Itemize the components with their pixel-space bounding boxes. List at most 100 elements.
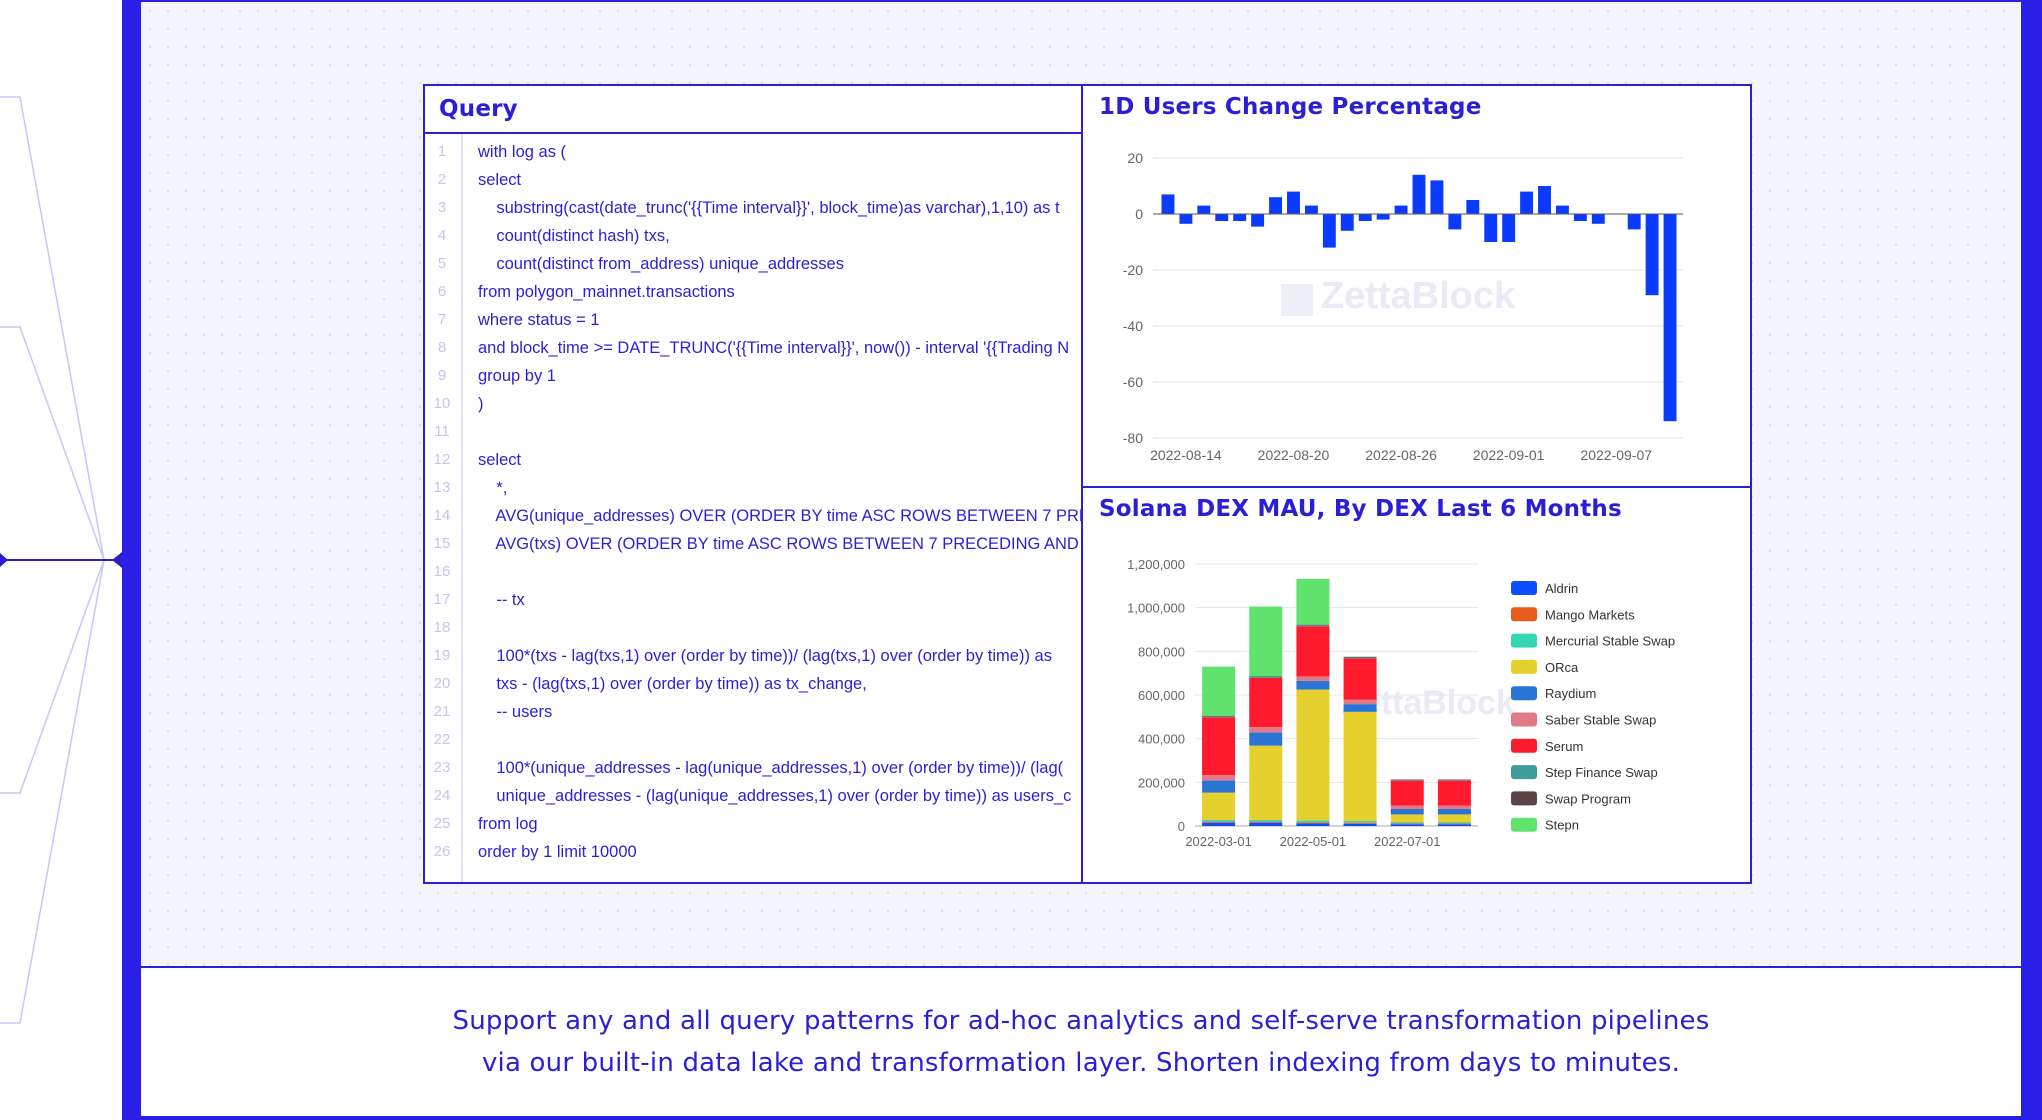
bar bbox=[1179, 214, 1193, 224]
bar bbox=[1502, 214, 1516, 242]
stacked-bar-segment bbox=[1296, 823, 1330, 826]
legend-swatch bbox=[1511, 659, 1537, 674]
stacked-bar-segment bbox=[1296, 624, 1330, 626]
stacked-bar-segment bbox=[1390, 780, 1424, 806]
legend-swatch bbox=[1511, 712, 1537, 727]
code-line: count(distinct hash) txs, bbox=[478, 227, 670, 245]
stacked-bar-segment bbox=[1202, 780, 1236, 793]
y-tick-label: 1,000,000 bbox=[1127, 601, 1185, 616]
watermark-text: ZettaBlock bbox=[1321, 275, 1516, 317]
bar bbox=[1573, 214, 1587, 221]
stacked-bar-segment bbox=[1202, 821, 1236, 823]
y-tick-label: 400,000 bbox=[1138, 732, 1185, 747]
stacked-bar-segment bbox=[1296, 625, 1330, 627]
stacked-bar-segment bbox=[1202, 666, 1236, 716]
code-line: from polygon_mainnet.transactions bbox=[478, 283, 735, 301]
legend-label: Aldrin bbox=[1545, 581, 1578, 596]
x-tick-label: 2022-05-01 bbox=[1280, 834, 1347, 849]
legend-label: Step Finance Swap bbox=[1545, 765, 1658, 780]
line-number: 2 bbox=[437, 171, 447, 188]
stacked-bar-segment bbox=[1296, 820, 1330, 823]
line-number: 20 bbox=[433, 675, 451, 692]
bar bbox=[1376, 214, 1390, 220]
x-tick-label: 2022-07-01 bbox=[1374, 834, 1441, 849]
line-number: 16 bbox=[433, 563, 451, 580]
y-tick-label: -80 bbox=[1123, 430, 1143, 446]
caption-area: Support any and all query patterns for a… bbox=[141, 968, 2021, 1116]
line-number: 21 bbox=[433, 703, 451, 720]
code-line: from log bbox=[478, 815, 538, 833]
watermark-logo-icon bbox=[1281, 284, 1313, 316]
bar bbox=[1448, 214, 1462, 230]
stacked-bar-segment bbox=[1390, 814, 1424, 823]
legend-label: Raydium bbox=[1545, 686, 1596, 701]
stacked-bar-segment bbox=[1343, 822, 1377, 824]
line-number: 18 bbox=[433, 619, 451, 636]
stacked-bar-segment bbox=[1343, 820, 1377, 823]
line-number: 23 bbox=[433, 759, 451, 776]
caption-line-2: via our built-in data lake and transform… bbox=[481, 1048, 1681, 1078]
code-line: group by 1 bbox=[478, 367, 556, 385]
legend-swatch bbox=[1511, 581, 1537, 595]
legend-label: Swap Program bbox=[1545, 791, 1631, 806]
line-number: 13 bbox=[433, 479, 451, 496]
feature-caption: Support any and all query patterns for a… bbox=[453, 1000, 1710, 1084]
bar bbox=[1627, 214, 1641, 230]
stacked-bar-segment bbox=[1437, 808, 1471, 815]
code-line: with log as ( bbox=[478, 143, 567, 161]
legend-swatch bbox=[1511, 765, 1537, 780]
stacked-bar-segment bbox=[1249, 821, 1283, 823]
connector-lines bbox=[0, 96, 122, 1024]
bar bbox=[1484, 214, 1498, 242]
stacked-bar-segment bbox=[1343, 656, 1377, 658]
x-tick-label: 2022-08-26 bbox=[1365, 447, 1437, 463]
code-line: count(distinct from_address) unique_addr… bbox=[478, 255, 844, 273]
line-number: 11 bbox=[434, 423, 450, 440]
legend-label: Saber Stable Swap bbox=[1545, 713, 1656, 728]
stacked-bar-segment bbox=[1202, 775, 1236, 781]
stacked-bar-segment bbox=[1343, 658, 1377, 700]
code-line: substring(cast(date_trunc('{{Time interv… bbox=[478, 199, 1060, 217]
bar bbox=[1645, 214, 1659, 296]
legend-swatch bbox=[1511, 817, 1537, 832]
y-tick-label: 800,000 bbox=[1138, 644, 1185, 659]
legend-label: Mango Markets bbox=[1545, 607, 1635, 622]
x-tick-label: 2022-08-14 bbox=[1150, 447, 1222, 463]
bar bbox=[1251, 214, 1265, 227]
bar bbox=[1430, 180, 1444, 214]
line-number: 9 bbox=[437, 367, 447, 384]
x-tick-label: 2022-03-01 bbox=[1185, 834, 1252, 849]
stacked-bar-segment bbox=[1296, 676, 1330, 681]
stacked-bar-segment bbox=[1249, 677, 1283, 728]
legend-label: Serum bbox=[1545, 739, 1583, 754]
code-line: unique_addresses - (lag(unique_addresses… bbox=[478, 787, 1072, 805]
legend-swatch bbox=[1511, 633, 1537, 648]
stacked-bar-segment bbox=[1202, 792, 1236, 820]
stacked-bar-segment bbox=[1437, 823, 1471, 825]
stacked-bar-segment bbox=[1296, 626, 1330, 677]
stacked-bar-segment bbox=[1296, 689, 1330, 821]
stacked-bar-segment bbox=[1437, 780, 1471, 806]
line-number: 4 bbox=[437, 227, 447, 244]
bar bbox=[1663, 214, 1677, 422]
code-line: and block_time >= DATE_TRUNC('{{Time int… bbox=[478, 339, 1070, 357]
code-line: order by 1 limit 10000 bbox=[478, 843, 637, 861]
code-line: -- users bbox=[478, 703, 553, 721]
stacked-bar-segment bbox=[1202, 716, 1236, 718]
line-number: 17 bbox=[433, 591, 451, 608]
x-tick-label: 2022-08-20 bbox=[1258, 447, 1330, 463]
stacked-bar-segment bbox=[1437, 824, 1471, 826]
stacked-bar-segment bbox=[1437, 779, 1471, 781]
stacked-bar-segment bbox=[1296, 822, 1330, 824]
stacked-bar-segment bbox=[1249, 727, 1283, 733]
bar bbox=[1591, 214, 1605, 224]
line-number: 15 bbox=[433, 535, 451, 552]
stacked-bar-segment bbox=[1249, 745, 1283, 820]
legend-swatch bbox=[1511, 738, 1537, 753]
stacked-bar-segment bbox=[1202, 819, 1236, 822]
y-tick-label: 0 bbox=[1178, 819, 1185, 834]
bar bbox=[1161, 194, 1175, 214]
stacked-bar-segment bbox=[1249, 606, 1283, 677]
code-editor[interactable]: 1 2 3 4 5 6 7 8 9 10 11 12 13 14 15 16 17 18 19 20 21 22 23 24 2… bbox=[425, 134, 1083, 882]
code-line: ) bbox=[478, 395, 484, 413]
